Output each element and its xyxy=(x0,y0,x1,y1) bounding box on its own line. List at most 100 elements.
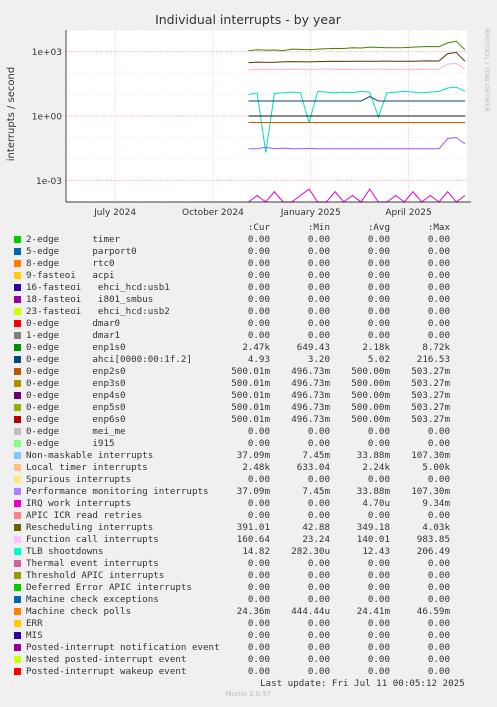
legend-swatch xyxy=(14,644,21,651)
legend-value-min: 3.20 xyxy=(307,354,330,365)
legend-value-max: 503.27m xyxy=(411,414,450,425)
legend-swatch xyxy=(14,656,21,663)
legend-value-avg: 140.01 xyxy=(356,534,390,545)
legend-row: Nested posted-interrupt event 0.00 0.00 0.0… xyxy=(14,654,494,666)
legend-swatch xyxy=(14,584,21,591)
legend-value-max: 46.59m xyxy=(416,606,450,617)
legend-label: APIC ICR read retries xyxy=(26,510,143,521)
legend-row: Thermal event interrupts 0.00 0.00 0.00 0.00 xyxy=(14,558,494,570)
legend-value-min: 496.73m xyxy=(291,366,330,377)
legend-value-cur: 0.00 xyxy=(247,282,270,293)
legend-value-max: 0.00 xyxy=(427,306,450,317)
legend: Cur: Min: Avg: Max: 2-edge timer 0.00 0.00 0.00… xyxy=(0,0,497,707)
legend-row: 0-edge dmar0 0.00 0.00 0.00 0.00 xyxy=(14,318,494,330)
legend-label: 5-edge parport0 xyxy=(26,246,137,257)
legend-value-avg: 2.24k xyxy=(362,462,390,473)
legend-value-max: 4.03k xyxy=(422,522,450,533)
legend-swatch xyxy=(14,284,21,291)
legend-label: 2-edge timer xyxy=(26,234,121,245)
legend-value-cur: 14.82 xyxy=(242,546,270,557)
legend-value-cur: 0.00 xyxy=(247,258,270,269)
legend-label: 0-edge enp3s0 xyxy=(26,378,126,389)
legend-value-min: 0.00 xyxy=(307,234,330,245)
legend-label: Function call interrupts xyxy=(26,534,159,545)
legend-value-avg: 0.00 xyxy=(367,582,390,593)
legend-value-min: 7.45m xyxy=(302,486,330,497)
legend-label: 0-edge ahci[0000:00:1f.2] xyxy=(26,354,192,365)
legend-value-min: 0.00 xyxy=(307,294,330,305)
legend-value-min: 0.00 xyxy=(307,642,330,653)
legend-value-min: 0.00 xyxy=(307,438,330,449)
legend-label: Rescheduling interrupts xyxy=(26,522,154,533)
legend-value-cur: 2.48k xyxy=(242,462,270,473)
legend-value-avg: 5.02 xyxy=(367,354,390,365)
legend-value-max: 0.00 xyxy=(427,330,450,341)
legend-value-avg: 0.00 xyxy=(367,594,390,605)
legend-swatch xyxy=(14,428,21,435)
legend-value-min: 496.73m xyxy=(291,390,330,401)
legend-value-avg: 500.00m xyxy=(351,366,390,377)
legend-value-min: 0.00 xyxy=(307,510,330,521)
legend-value-max: 0.00 xyxy=(427,246,450,257)
legend-value-cur: 0.00 xyxy=(247,666,270,677)
legend-value-avg: 0.00 xyxy=(367,270,390,281)
legend-value-avg: 33.88m xyxy=(356,486,390,497)
legend-value-min: 496.73m xyxy=(291,402,330,413)
legend-row: Machine check polls 24.36m 444.44u 24.41m 46… xyxy=(14,606,494,618)
legend-value-cur: 0.00 xyxy=(247,474,270,485)
legend-swatch xyxy=(14,416,21,423)
legend-row: 0-edge enp2s0 500.01m 496.73m 500.00m 503.27… xyxy=(14,366,494,378)
legend-swatch xyxy=(14,572,21,579)
legend-row: APIC ICR read retries 0.00 0.00 0.00 0.00 xyxy=(14,510,494,522)
legend-value-min: 0.00 xyxy=(307,666,330,677)
legend-value-min: 0.00 xyxy=(307,570,330,581)
legend-swatch xyxy=(14,536,21,543)
legend-value-avg: 24.41m xyxy=(356,606,390,617)
legend-label: 0-edge enp1s0 xyxy=(26,342,126,353)
legend-row: Function call interrupts 160.64 23.24 140.0… xyxy=(14,534,494,546)
legend-label: Machine check exceptions xyxy=(26,594,159,605)
legend-value-cur: 4.93 xyxy=(247,354,270,365)
legend-value-min: 0.00 xyxy=(307,270,330,281)
legend-value-cur: 0.00 xyxy=(247,558,270,569)
legend-value-cur: 0.00 xyxy=(247,582,270,593)
legend-value-min: 0.00 xyxy=(307,246,330,257)
legend-value-cur: 0.00 xyxy=(247,438,270,449)
legend-row: Local timer interrupts 2.48k 633.04 2.24k 5.… xyxy=(14,462,494,474)
last-update: Last update: Fri Jul 11 00:05:12 2025 xyxy=(260,678,465,689)
legend-value-avg: 500.00m xyxy=(351,378,390,389)
legend-swatch xyxy=(14,392,21,399)
legend-value-max: 0.00 xyxy=(427,282,450,293)
legend-value-max: 0.00 xyxy=(427,294,450,305)
legend-value-avg: 0.00 xyxy=(367,246,390,257)
legend-value-min: 7.45m xyxy=(302,450,330,461)
legend-value-cur: 0.00 xyxy=(247,654,270,665)
legend-value-max: 503.27m xyxy=(411,366,450,377)
legend-value-min: 496.73m xyxy=(291,414,330,425)
legend-swatch xyxy=(14,440,21,447)
legend-value-max: 0.00 xyxy=(427,426,450,437)
legend-value-avg: 0.00 xyxy=(367,474,390,485)
legend-value-max: 0.00 xyxy=(427,582,450,593)
legend-value-max: 0.00 xyxy=(427,666,450,677)
legend-label: Deferred Error APIC interrupts xyxy=(26,582,192,593)
legend-value-avg: 0.00 xyxy=(367,234,390,245)
legend-swatch xyxy=(14,344,21,351)
legend-value-min: 0.00 xyxy=(307,630,330,641)
legend-swatch xyxy=(14,332,21,339)
legend-value-min: 496.73m xyxy=(291,378,330,389)
legend-label: 23-fasteoi ehci_hcd:usb2 xyxy=(26,306,170,317)
legend-row: Non-maskable interrupts 37.09m 7.45m 33.88m… xyxy=(14,450,494,462)
legend-value-max: 0.00 xyxy=(427,618,450,629)
legend-value-min: 444.44u xyxy=(291,606,330,617)
legend-swatch xyxy=(14,476,21,483)
legend-value-max: 983.85 xyxy=(416,534,450,545)
legend-value-max: 0.00 xyxy=(427,270,450,281)
legend-label: 8-edge rtc0 xyxy=(26,258,115,269)
legend-label: MIS xyxy=(26,630,43,641)
legend-value-min: 0.00 xyxy=(307,258,330,269)
legend-label: Local timer interrupts xyxy=(26,462,148,473)
legend-row: 2-edge timer 0.00 0.00 0.00 0.00 xyxy=(14,234,494,246)
legend-value-cur: 0.00 xyxy=(247,630,270,641)
legend-row: 5-edge parport0 0.00 0.00 0.00 0.00 xyxy=(14,246,494,258)
